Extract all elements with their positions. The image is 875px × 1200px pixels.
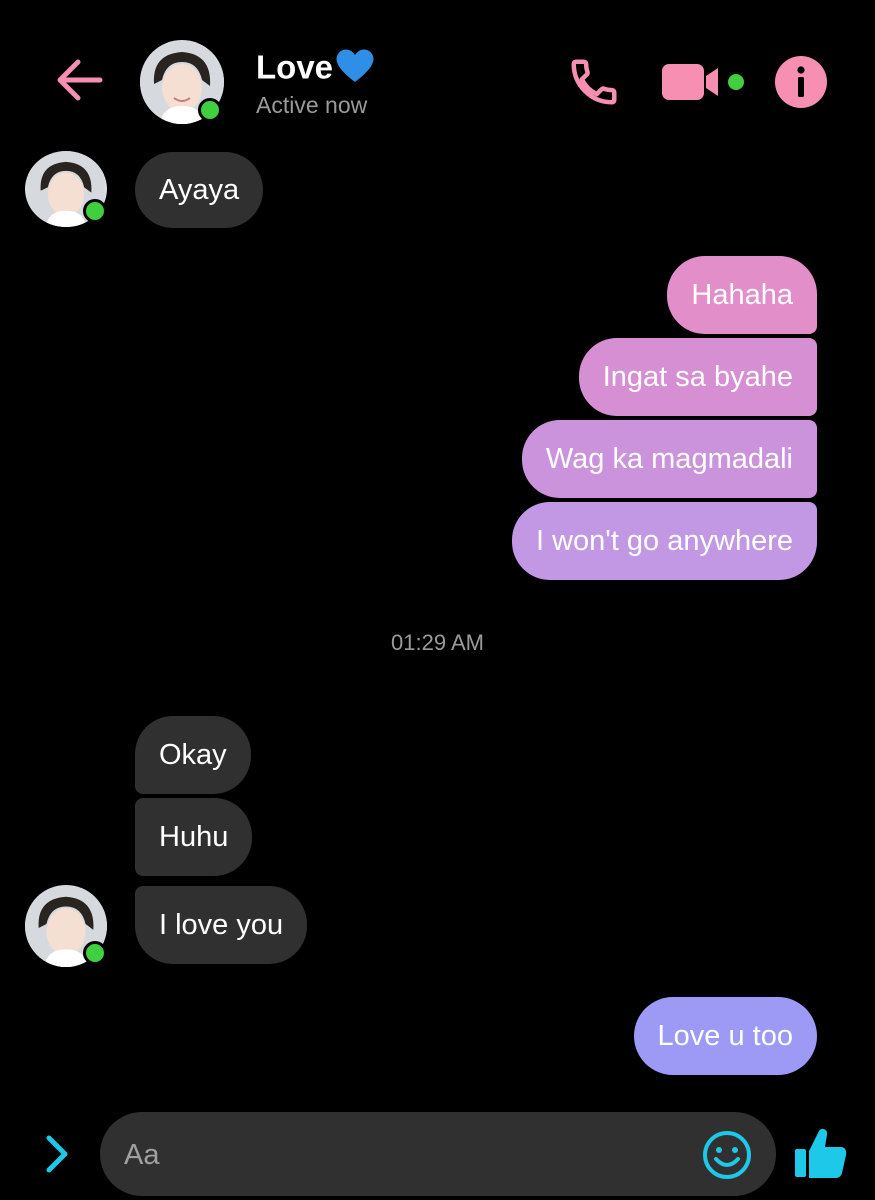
message-incoming[interactable]: Ayaya [135, 152, 264, 228]
info-icon[interactable] [773, 54, 829, 110]
blue-heart-icon [335, 48, 375, 92]
expand-chevron-icon[interactable] [34, 1130, 78, 1178]
sender-avatar[interactable] [25, 885, 109, 969]
online-indicator [83, 199, 107, 223]
sender-avatar[interactable] [25, 151, 109, 227]
message-incoming[interactable]: Huhu [135, 798, 253, 876]
emoji-icon[interactable] [700, 1128, 754, 1182]
phone-icon[interactable] [566, 54, 622, 110]
message-input[interactable] [122, 1112, 686, 1198]
video-camera-icon[interactable] [660, 58, 746, 106]
online-indicator [83, 941, 107, 965]
message-outgoing[interactable]: Love u too [633, 997, 817, 1075]
message-outgoing[interactable]: Ingat sa byahe [578, 338, 817, 416]
active-status: Active now [256, 92, 368, 118]
message-incoming[interactable]: I love you [135, 886, 308, 964]
message-incoming[interactable]: Okay [135, 716, 251, 794]
back-arrow-icon[interactable] [52, 52, 108, 108]
contact-avatar[interactable] [140, 40, 224, 124]
message-timestamp: 01:29 AM [391, 630, 484, 655]
message-composer[interactable] [100, 1112, 776, 1198]
contact-name: Love [256, 48, 334, 86]
thumbs-up-icon[interactable] [790, 1124, 850, 1184]
message-outgoing[interactable]: Hahaha [667, 256, 817, 334]
conversation-title: Love [256, 48, 375, 92]
message-outgoing[interactable]: I won't go anywhere [511, 502, 817, 580]
message-outgoing[interactable]: Wag ka magmadali [521, 420, 817, 498]
online-indicator [198, 98, 222, 122]
